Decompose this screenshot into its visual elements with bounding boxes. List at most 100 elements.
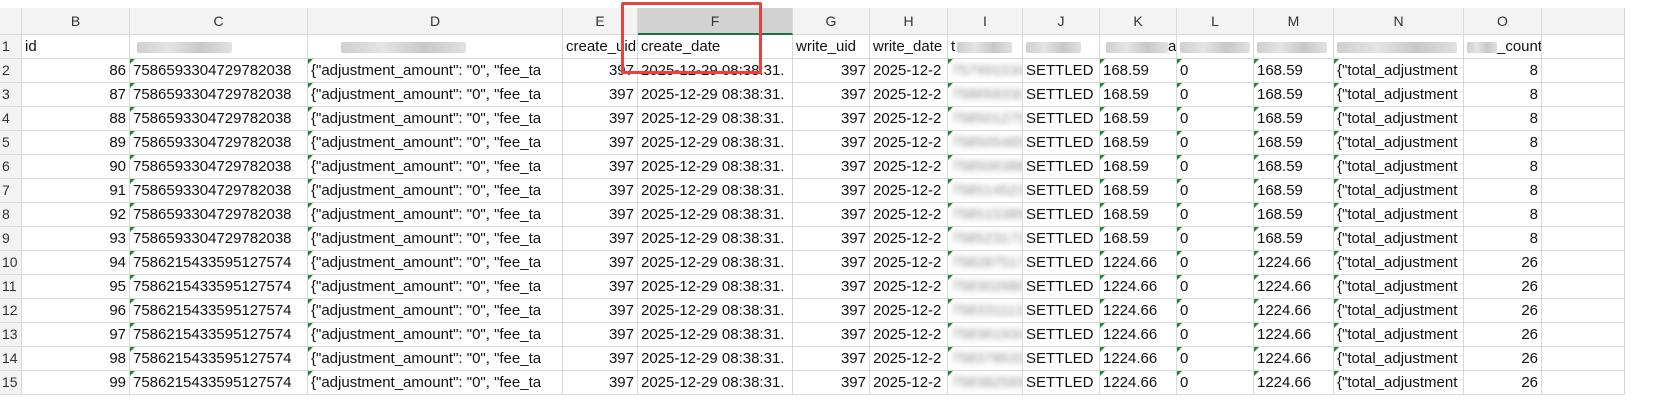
- cell-count[interactable]: 26: [1464, 371, 1542, 395]
- cell-create-date[interactable]: 2025-12-29 08:38:31.: [638, 203, 793, 227]
- empty-cell[interactable]: [1542, 203, 1625, 227]
- cell-json[interactable]: {"adjustment_amount": "0", "fee_ta: [308, 83, 563, 107]
- cell-count[interactable]: 26: [1464, 251, 1542, 275]
- row-number[interactable]: 11: [0, 275, 22, 299]
- cell-create-date[interactable]: 2025-12-29 08:38:31.: [638, 83, 793, 107]
- cell-amount-l[interactable]: 0: [1177, 275, 1254, 299]
- cell-id[interactable]: 99: [22, 371, 130, 395]
- cell-status[interactable]: SETTLED: [1023, 323, 1100, 347]
- cell-json-summary[interactable]: {"total_adjustment: [1334, 371, 1464, 395]
- column-header-k[interactable]: K: [1100, 8, 1177, 35]
- cell-json-summary[interactable]: {"total_adjustment: [1334, 131, 1464, 155]
- cell-json[interactable]: {"adjustment_amount": "0", "fee_ta: [308, 323, 563, 347]
- cell-json-summary[interactable]: {"total_adjustment: [1334, 347, 1464, 371]
- empty-cell[interactable]: [1542, 227, 1625, 251]
- cell-amount-l[interactable]: 0: [1177, 155, 1254, 179]
- cell-reference[interactable]: 7586215433595127574: [130, 347, 308, 371]
- column-header-i[interactable]: I: [948, 8, 1023, 35]
- cell-transaction-id[interactable]: 758506388: [948, 155, 1023, 179]
- header-cell-blurred[interactable]: [1334, 35, 1464, 59]
- header-cell-blurred[interactable]: [308, 35, 563, 59]
- header-cell-write-uid[interactable]: write_uid: [793, 35, 870, 59]
- cell-create-uid[interactable]: 397: [563, 83, 638, 107]
- row-number[interactable]: 2: [0, 59, 22, 83]
- cell-reference[interactable]: 7586593304729782038: [130, 131, 308, 155]
- empty-cell[interactable]: [1542, 275, 1625, 299]
- cell-write-uid[interactable]: 397: [793, 323, 870, 347]
- row-number[interactable]: 1: [0, 35, 22, 59]
- cell-amount-m[interactable]: 1224.66: [1254, 323, 1334, 347]
- cell-count[interactable]: 8: [1464, 179, 1542, 203]
- cell-status[interactable]: SETTLED: [1023, 227, 1100, 251]
- cell-create-uid[interactable]: 397: [563, 323, 638, 347]
- cell-write-date[interactable]: 2025-12-2: [870, 59, 948, 83]
- cell-id[interactable]: 96: [22, 299, 130, 323]
- cell-id[interactable]: 90: [22, 155, 130, 179]
- cell-status[interactable]: SETTLED: [1023, 299, 1100, 323]
- cell-amount-k[interactable]: 1224.66: [1100, 299, 1177, 323]
- header-cell-blurred[interactable]: a: [1100, 35, 1177, 59]
- cell-write-date[interactable]: 2025-12-2: [870, 179, 948, 203]
- cell-id[interactable]: 87: [22, 83, 130, 107]
- cell-status[interactable]: SETTLED: [1023, 347, 1100, 371]
- cell-count[interactable]: 8: [1464, 227, 1542, 251]
- cell-write-date[interactable]: 2025-12-2: [870, 371, 948, 395]
- cell-create-date[interactable]: 2025-12-29 08:38:31.: [638, 347, 793, 371]
- cell-create-uid[interactable]: 397: [563, 131, 638, 155]
- row-number[interactable]: 15: [0, 371, 22, 395]
- cell-create-date[interactable]: 2025-12-29 08:38:31.: [638, 227, 793, 251]
- cell-amount-k[interactable]: 168.59: [1100, 179, 1177, 203]
- row-number[interactable]: 12: [0, 299, 22, 323]
- cell-reference[interactable]: 7586215433595127574: [130, 251, 308, 275]
- cell-amount-l[interactable]: 0: [1177, 203, 1254, 227]
- column-header-m[interactable]: M: [1254, 8, 1334, 35]
- cell-write-uid[interactable]: 397: [793, 179, 870, 203]
- cell-count[interactable]: 8: [1464, 83, 1542, 107]
- cell-id[interactable]: 88: [22, 107, 130, 131]
- corner-cell[interactable]: [1542, 8, 1625, 35]
- column-header-l[interactable]: L: [1177, 8, 1254, 35]
- cell-amount-k[interactable]: 1224.66: [1100, 251, 1177, 275]
- cell-status[interactable]: SETTLED: [1023, 83, 1100, 107]
- cell-create-uid[interactable]: 397: [563, 347, 638, 371]
- cell-json-summary[interactable]: {"total_adjustment: [1334, 251, 1464, 275]
- cell-json[interactable]: {"adjustment_amount": "0", "fee_ta: [308, 299, 563, 323]
- empty-cell[interactable]: [1542, 179, 1625, 203]
- header-cell-id[interactable]: id: [22, 35, 130, 59]
- cell-write-date[interactable]: 2025-12-2: [870, 155, 948, 179]
- cell-reference[interactable]: 7586593304729782038: [130, 59, 308, 83]
- column-header-j[interactable]: J: [1023, 8, 1100, 35]
- cell-transaction-id[interactable]: 758514523: [948, 179, 1023, 203]
- cell-create-uid[interactable]: 397: [563, 371, 638, 395]
- empty-cell[interactable]: [1542, 59, 1625, 83]
- cell-json[interactable]: {"adjustment_amount": "0", "fee_ta: [308, 155, 563, 179]
- cell-json[interactable]: {"adjustment_amount": "0", "fee_ta: [308, 251, 563, 275]
- cell-status[interactable]: SETTLED: [1023, 155, 1100, 179]
- cell-json[interactable]: {"adjustment_amount": "0", "fee_ta: [308, 275, 563, 299]
- cell-reference[interactable]: 7586215433595127574: [130, 323, 308, 347]
- cell-status[interactable]: SETTLED: [1023, 275, 1100, 299]
- cell-write-date[interactable]: 2025-12-2: [870, 203, 948, 227]
- cell-json-summary[interactable]: {"total_adjustment: [1334, 299, 1464, 323]
- cell-amount-l[interactable]: 0: [1177, 371, 1254, 395]
- cell-id[interactable]: 94: [22, 251, 130, 275]
- cell-create-date[interactable]: 2025-12-29 08:38:31.: [638, 299, 793, 323]
- header-cell-count[interactable]: _count: [1464, 35, 1542, 59]
- cell-status[interactable]: SETTLED: [1023, 107, 1100, 131]
- row-number[interactable]: 8: [0, 203, 22, 227]
- cell-transaction-id[interactable]: 758501275: [948, 107, 1023, 131]
- cell-json[interactable]: {"adjustment_amount": "0", "fee_ta: [308, 107, 563, 131]
- cell-write-uid[interactable]: 397: [793, 371, 870, 395]
- cell-transaction-id[interactable]: 758302680: [948, 275, 1023, 299]
- cell-amount-k[interactable]: 168.59: [1100, 203, 1177, 227]
- cell-create-date[interactable]: 2025-12-29 08:38:31.: [638, 107, 793, 131]
- column-header-d[interactable]: D: [308, 8, 563, 35]
- column-header-b[interactable]: B: [22, 8, 130, 35]
- cell-amount-l[interactable]: 0: [1177, 131, 1254, 155]
- cell-transaction-id[interactable]: 758361934: [948, 323, 1023, 347]
- cell-amount-l[interactable]: 0: [1177, 227, 1254, 251]
- cell-count[interactable]: 8: [1464, 155, 1542, 179]
- cell-amount-m[interactable]: 168.59: [1254, 107, 1334, 131]
- header-cell-blurred[interactable]: [130, 35, 308, 59]
- cell-amount-l[interactable]: 0: [1177, 347, 1254, 371]
